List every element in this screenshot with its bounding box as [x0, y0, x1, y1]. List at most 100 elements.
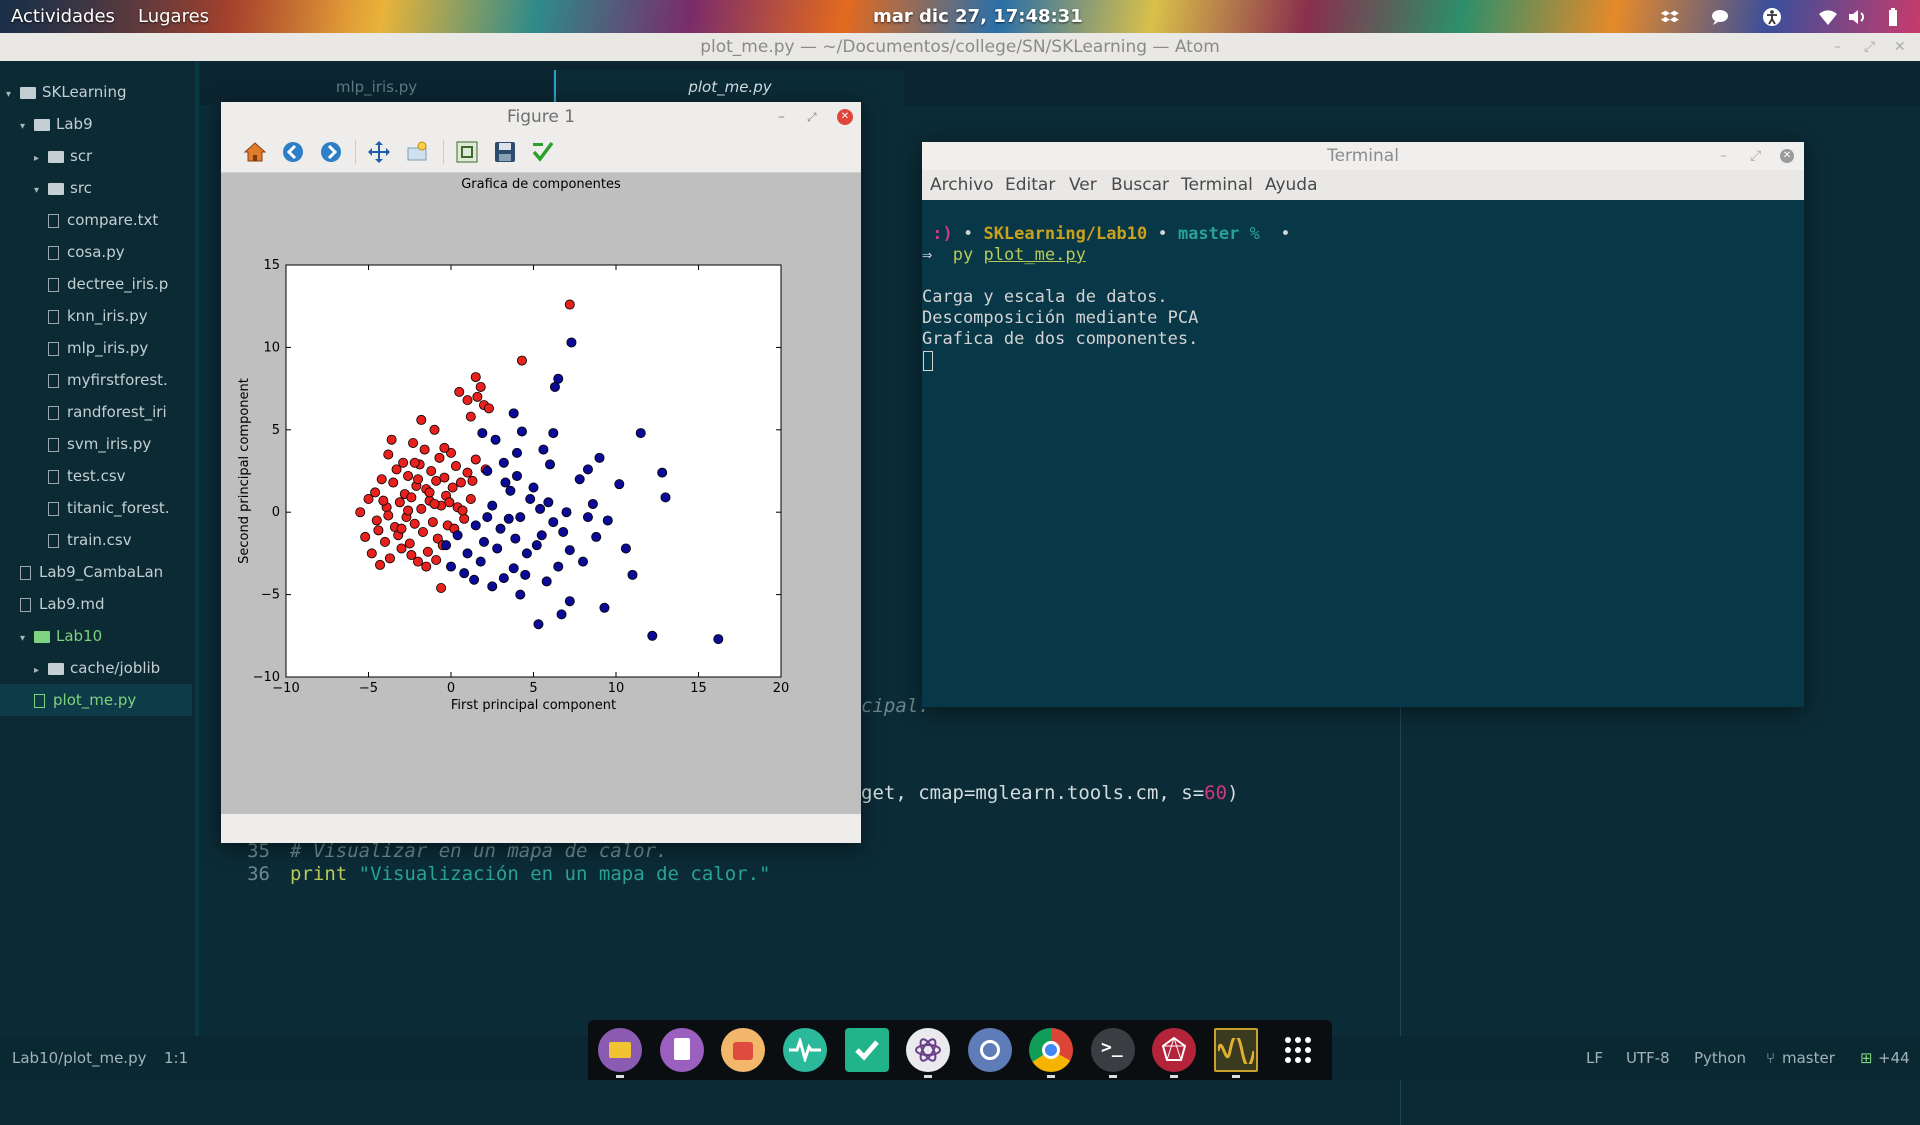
chat-icon[interactable]	[1710, 7, 1730, 27]
diff-count[interactable]: +44	[1878, 1036, 1910, 1080]
menu-ver[interactable]: Ver	[1069, 170, 1097, 200]
figure-maximize-button[interactable]: ⤢	[807, 102, 817, 132]
figure-window-title: Figure 1	[506, 107, 576, 127]
line-ending[interactable]: LF	[1586, 1036, 1603, 1080]
battery-icon[interactable]	[1883, 7, 1903, 27]
tree-item-scr[interactable]: ▸ scr	[0, 140, 192, 172]
dropbox-icon[interactable]	[1660, 7, 1680, 27]
terminal-maximize-button[interactable]: ⤢	[1750, 142, 1761, 170]
draw-app-icon[interactable]	[721, 1028, 765, 1072]
matplotlib-figure-window[interactable]: Figure 1 – ⤢ ✕ Grafica de componentes −1…	[221, 102, 861, 843]
show-applications-icon[interactable]	[1276, 1028, 1320, 1072]
data-point-class-1	[587, 498, 598, 509]
figure-minimize-button[interactable]: –	[778, 102, 785, 132]
zoom-icon[interactable]	[405, 140, 429, 164]
x-tick-label: 10	[608, 681, 625, 696]
tree-item-cosa-py[interactable]: cosa.py	[0, 236, 192, 268]
minimize-button[interactable]: –	[1834, 33, 1841, 61]
tree-item-myfirstforest[interactable]: myfirstforest.	[0, 364, 192, 396]
terminal-close-button[interactable]: ✕	[1780, 149, 1794, 163]
grammar-selector[interactable]: Python	[1694, 1036, 1746, 1080]
tree-item-test-csv[interactable]: test.csv	[0, 460, 192, 492]
tree-item-lab9-md[interactable]: Lab9.md	[0, 588, 192, 620]
tree-item-compare-txt[interactable]: compare.txt	[0, 204, 192, 236]
tab-plot-me[interactable]: plot_me.py	[554, 70, 904, 105]
tree-item-knn-iris-py[interactable]: knn_iris.py	[0, 300, 192, 332]
data-point-class-1	[531, 540, 542, 551]
forward-icon[interactable]	[319, 140, 343, 164]
data-point-class-0	[470, 454, 481, 465]
graph-app-icon[interactable]	[1152, 1028, 1196, 1072]
tree-item-label: svm_iris.py	[67, 435, 152, 453]
tree-item-label: knn_iris.py	[67, 307, 148, 325]
atom-app-icon[interactable]	[906, 1028, 950, 1072]
tree-item-cache-joblib[interactable]: ▸ cache/joblib	[0, 652, 192, 684]
code-text: get, cmap=mglearn.tools.cm, s=	[861, 782, 1205, 804]
chevron-right-icon[interactable]: ▸	[34, 655, 48, 684]
data-point-class-1	[441, 540, 452, 551]
menu-editar[interactable]: Editar	[1005, 170, 1055, 200]
terminal-app-icon[interactable]: >_	[1091, 1028, 1135, 1072]
tree-item-src[interactable]: ▾ src	[0, 172, 192, 204]
chrome-icon[interactable]	[1029, 1028, 1073, 1072]
wifi-icon[interactable]	[1818, 7, 1838, 27]
tree-view-scrollbar[interactable]	[195, 62, 199, 1036]
terminal-minimize-button[interactable]: –	[1720, 142, 1727, 170]
subplots-icon[interactable]	[455, 140, 479, 164]
places-menu[interactable]: Lugares	[138, 0, 209, 33]
tree-item-train-csv[interactable]: train.csv	[0, 524, 192, 556]
cursor-position[interactable]: 1:1	[164, 1036, 188, 1080]
files-icon[interactable]	[598, 1028, 642, 1072]
tree-item-lab9-cambalan[interactable]: Lab9_CambaLan	[0, 556, 192, 588]
plot-window-icon[interactable]	[1214, 1028, 1258, 1072]
scanner-icon[interactable]	[968, 1028, 1012, 1072]
menu-terminal[interactable]: Terminal	[1181, 170, 1253, 200]
tree-item-lab10[interactable]: ▾ Lab10	[0, 620, 192, 652]
tree-item-dectree-iris-p[interactable]: dectree_iris.p	[0, 268, 192, 300]
volume-icon[interactable]	[1847, 7, 1867, 27]
data-point-class-0	[457, 505, 468, 516]
tree-item-svm-iris-py[interactable]: svm_iris.py	[0, 428, 192, 460]
pan-icon[interactable]	[367, 140, 391, 164]
close-button[interactable]: ✕	[1894, 33, 1906, 61]
data-point-class-0	[470, 372, 481, 383]
chevron-down-icon[interactable]: ▾	[20, 111, 34, 140]
x-axis-label: First principal component	[451, 698, 616, 713]
data-point-class-1	[577, 556, 588, 567]
data-point-class-0	[467, 475, 478, 486]
chevron-down-icon[interactable]: ▾	[34, 175, 48, 204]
tree-item-plot-me-py[interactable]: plot_me.py	[0, 684, 192, 716]
tree-item-randforest-iri[interactable]: randforest_iri	[0, 396, 192, 428]
chevron-down-icon[interactable]: ▾	[6, 79, 20, 108]
activities-button[interactable]: Actividades	[11, 0, 115, 33]
edit-check-icon[interactable]	[531, 140, 555, 164]
terminal-title-bar[interactable]: Terminal – ⤢ ✕	[922, 142, 1804, 170]
accessibility-icon[interactable]	[1762, 7, 1782, 27]
clock[interactable]: mar dic 27, 17:48:31	[873, 0, 1083, 33]
system-monitor-icon[interactable]	[783, 1028, 827, 1072]
y-tick-label: −10	[253, 670, 280, 685]
tasks-icon[interactable]	[845, 1028, 889, 1072]
tree-item-titanic-forest[interactable]: titanic_forest.	[0, 492, 192, 524]
terminal-window[interactable]: Terminal – ⤢ ✕ Archivo Editar Ver Buscar…	[922, 142, 1804, 707]
figure-title-bar[interactable]: Figure 1 – ⤢ ✕	[221, 102, 861, 132]
back-icon[interactable]	[281, 140, 305, 164]
tree-item-mlp-iris-py[interactable]: mlp_iris.py	[0, 332, 192, 364]
tree-item-lab9[interactable]: ▾ Lab9	[0, 108, 192, 140]
menu-buscar[interactable]: Buscar	[1111, 170, 1169, 200]
menu-ayuda[interactable]: Ayuda	[1265, 170, 1318, 200]
maximize-button[interactable]: ⤢	[1864, 33, 1875, 61]
file-encoding[interactable]: UTF-8	[1626, 1036, 1670, 1080]
save-icon[interactable]	[493, 140, 517, 164]
tab-mlp-iris[interactable]: mlp_iris.py	[200, 70, 554, 105]
tree-item-sklearning[interactable]: ▾ SKLearning	[0, 76, 192, 108]
file-path[interactable]: Lab10/plot_me.py	[12, 1036, 146, 1080]
git-branch[interactable]: master	[1782, 1036, 1835, 1080]
text-editor-icon[interactable]	[660, 1028, 704, 1072]
chevron-down-icon[interactable]: ▾	[20, 623, 34, 652]
chevron-right-icon[interactable]: ▸	[34, 143, 48, 172]
data-point-class-0	[394, 497, 405, 508]
menu-archivo[interactable]: Archivo	[930, 170, 994, 200]
figure-close-button[interactable]: ✕	[837, 109, 853, 125]
home-icon[interactable]	[243, 140, 267, 164]
